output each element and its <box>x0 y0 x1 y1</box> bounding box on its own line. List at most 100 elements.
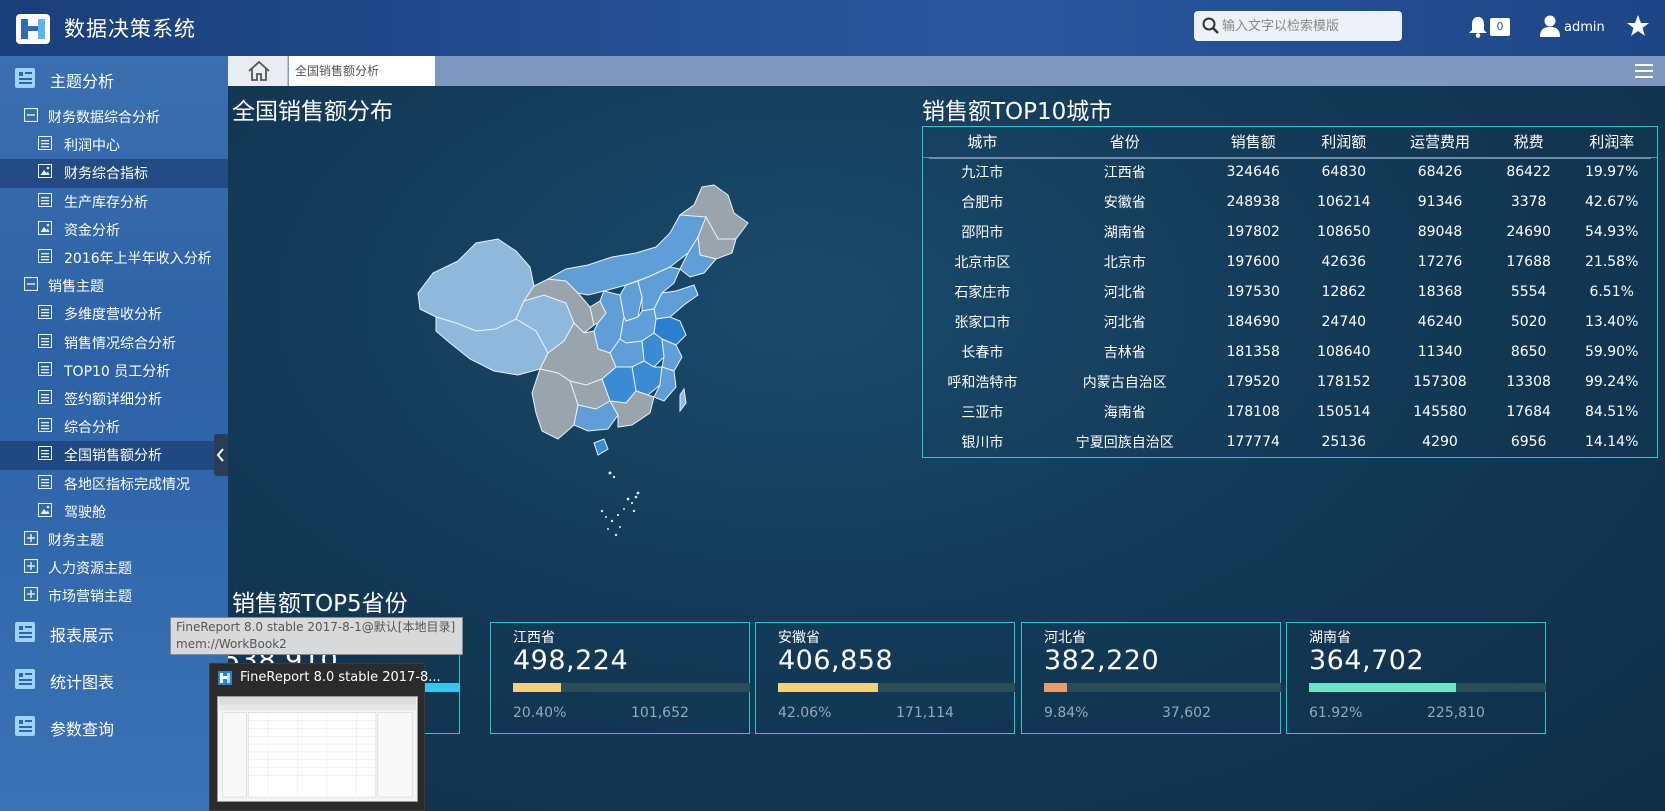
table-cell: 178108 <box>1226 404 1280 420</box>
sidebar-item-9[interactable]: 销售情况综合分析 <box>0 329 228 357</box>
sidebar-item-13[interactable]: 全国销售额分析 <box>0 441 228 470</box>
sidebar-item-20[interactable]: 统计图表 <box>0 658 228 705</box>
sidebar-item-10[interactable]: TOP10 员工分析 <box>0 357 228 385</box>
table-row[interactable]: 邵阳市 湖南省 197802 108650 89048 24690 54.93% <box>923 217 1657 247</box>
table-cell: 8650 <box>1510 344 1547 360</box>
table-cell: 北京市区 <box>954 255 1011 271</box>
top10-city-table: 城市 省份 销售额 利润额 运营费用 税费 利润率 九江市 江西省 324646 64830 684… <box>922 126 1658 458</box>
table-cell: 46240 <box>1417 314 1463 330</box>
tab-sales-analysis[interactable]: 全国销售额分析 <box>289 56 435 86</box>
province-card[interactable]: 河北省 382,220 9.84% 37,602 <box>1021 622 1281 734</box>
collapse-minus-icon <box>23 277 39 295</box>
bell-icon[interactable] <box>1468 16 1488 38</box>
table-cell: 19.97% <box>1585 164 1639 181</box>
search-input[interactable] <box>1222 15 1398 37</box>
sidebar-item-3[interactable]: 财务综合指标 <box>0 159 228 188</box>
sidebar-item-18[interactable]: 市场营销主题 <box>0 582 228 610</box>
table-cell: 宁夏回族自治区 <box>1075 435 1174 451</box>
sidebar-item-15[interactable]: 驾驶舱 <box>0 498 228 526</box>
sidebar-item-5[interactable]: 资金分析 <box>0 216 228 244</box>
sidebar-collapse-button[interactable] <box>214 434 228 476</box>
table-cell: 4290 <box>1422 434 1458 450</box>
table-row[interactable]: 石家庄市 河北省 197530 12862 18368 5554 6.51% <box>923 277 1657 307</box>
table-row[interactable]: 银川市 宁夏回族自治区 177774 25136 4290 6956 14.14% <box>923 427 1657 457</box>
user-name[interactable]: admin <box>1564 20 1605 35</box>
preview-title: FineReport 8.0 stable 2017-8... <box>240 670 441 685</box>
column-header[interactable]: 城市 <box>923 127 1042 157</box>
column-header[interactable]: 利润率 <box>1566 127 1657 157</box>
taskbar-window-preview[interactable]: FineReport 8.0 stable 2017-8... <box>209 663 441 811</box>
table-cell: 99.24% <box>1585 374 1639 390</box>
sidebar-item-17[interactable]: 人力资源主题 <box>0 554 228 582</box>
column-header[interactable]: 税费 <box>1491 127 1567 157</box>
table-row[interactable]: 合肥市 安徽省 248938 106214 91346 3378 42.67% <box>923 187 1657 217</box>
home-tab[interactable] <box>228 56 288 86</box>
sidebar-item-0[interactable]: 主题分析 <box>0 56 228 103</box>
template-search[interactable] <box>1194 11 1402 41</box>
province-card[interactable]: 安徽省 406,858 42.06% 171,114 <box>755 622 1015 734</box>
table-cell: 324646 <box>1226 164 1280 181</box>
sidebar-item-6[interactable]: 2016年上半年收入分析 <box>0 244 228 272</box>
table-cell: 84.51% <box>1585 404 1639 420</box>
sidebar-item-14[interactable]: 各地区指标完成情况 <box>0 470 228 498</box>
table-row[interactable]: 长春市 吉林省 181358 108640 11340 8650 59.90% <box>923 337 1657 367</box>
sidebar-item-label: 销售情况综合分析 <box>64 335 176 352</box>
table-cell: 54.93% <box>1585 224 1639 240</box>
image-doc-icon <box>38 220 52 239</box>
menu-icon[interactable] <box>1635 63 1653 79</box>
table-row[interactable]: 三亚市 海南省 178108 150514 145580 17684 84.51% <box>923 397 1657 427</box>
table-cell: 42636 <box>1321 254 1367 270</box>
search-icon <box>1202 17 1219 34</box>
sidebar-item-12[interactable]: 综合分析 <box>0 413 228 441</box>
map-region-zhejiang[interactable] <box>661 338 683 372</box>
profit-rate-bar-fill <box>1309 683 1456 692</box>
map-region-inner-mongolia[interactable] <box>546 204 707 296</box>
province-card[interactable]: 江西省 498,224 20.40% 101,652 <box>490 622 750 734</box>
table-cell: 11340 <box>1417 344 1463 360</box>
profit-rate-bar-fill <box>513 683 562 692</box>
user-icon[interactable] <box>1540 15 1560 37</box>
app-title: 数据决策系统 <box>64 17 196 41</box>
table-cell: 3378 <box>1510 194 1547 210</box>
sidebar-item-label: 驾驶舱 <box>64 504 106 521</box>
report-icon <box>14 668 36 694</box>
column-header[interactable]: 利润额 <box>1298 127 1389 157</box>
sidebar-item-2[interactable]: 利润中心 <box>0 131 228 159</box>
table-cell: 13.40% <box>1585 314 1639 330</box>
sidebar-item-11[interactable]: 签约额详细分析 <box>0 385 228 413</box>
column-header[interactable]: 运营费用 <box>1389 127 1491 157</box>
table-cell: 河北省 <box>1103 315 1146 331</box>
table-cell: 九江市 <box>961 165 1004 182</box>
map-region-hainan[interactable] <box>593 438 609 456</box>
sidebar-item-7[interactable]: 销售主题 <box>0 272 228 300</box>
table-row[interactable]: 呼和浩特市 内蒙古自治区 179520 178152 157308 13308 99.24% <box>923 367 1657 397</box>
table-cell: 145580 <box>1413 404 1467 420</box>
table-row[interactable]: 张家口市 河北省 184690 24740 46240 5020 13.40% <box>923 307 1657 337</box>
table-cell: 14.14% <box>1585 434 1639 450</box>
province-card[interactable]: 湖南省 364,702 61.92% 225,810 <box>1286 622 1546 734</box>
sidebar-item-16[interactable]: 财务主题 <box>0 526 228 554</box>
sidebar-item-4[interactable]: 生产库存分析 <box>0 188 228 216</box>
table-cell: 银川市 <box>961 435 1004 451</box>
favorite-star-icon[interactable] <box>1626 14 1650 38</box>
table-cell: 河北省 <box>1103 285 1146 301</box>
doc-icon <box>38 474 52 493</box>
column-header[interactable]: 省份 <box>1042 127 1208 157</box>
sidebar-item-label: 财务主题 <box>48 533 104 550</box>
table-cell: 呼和浩特市 <box>947 375 1018 391</box>
sidebar-item-21[interactable]: 参数查询 <box>0 705 228 752</box>
tooltip-line-1: FineReport 8.0 stable 2017-8-1@默认[本地目录] <box>176 620 456 634</box>
top5-section-title: 销售额TOP5省份 <box>232 591 408 617</box>
doc-icon <box>38 305 52 323</box>
column-header[interactable]: 销售额 <box>1208 127 1299 157</box>
expand-plus-icon <box>23 530 39 549</box>
sidebar-item-1[interactable]: 财务数据综合分析 <box>0 103 228 131</box>
table-row[interactable]: 北京市区 北京市 197600 42636 17276 17688 21.58% <box>923 247 1657 277</box>
map-region-taiwan[interactable] <box>679 387 687 413</box>
sidebar-item-8[interactable]: 多维度营收分析 <box>0 300 228 328</box>
map-region-shanxi[interactable] <box>619 280 643 322</box>
table-cell: 179520 <box>1226 374 1280 390</box>
sidebar-item-label: 统计图表 <box>50 673 115 693</box>
china-sales-map[interactable] <box>398 181 768 621</box>
table-row[interactable]: 九江市 江西省 324646 64830 68426 86422 19.97% <box>923 157 1657 187</box>
